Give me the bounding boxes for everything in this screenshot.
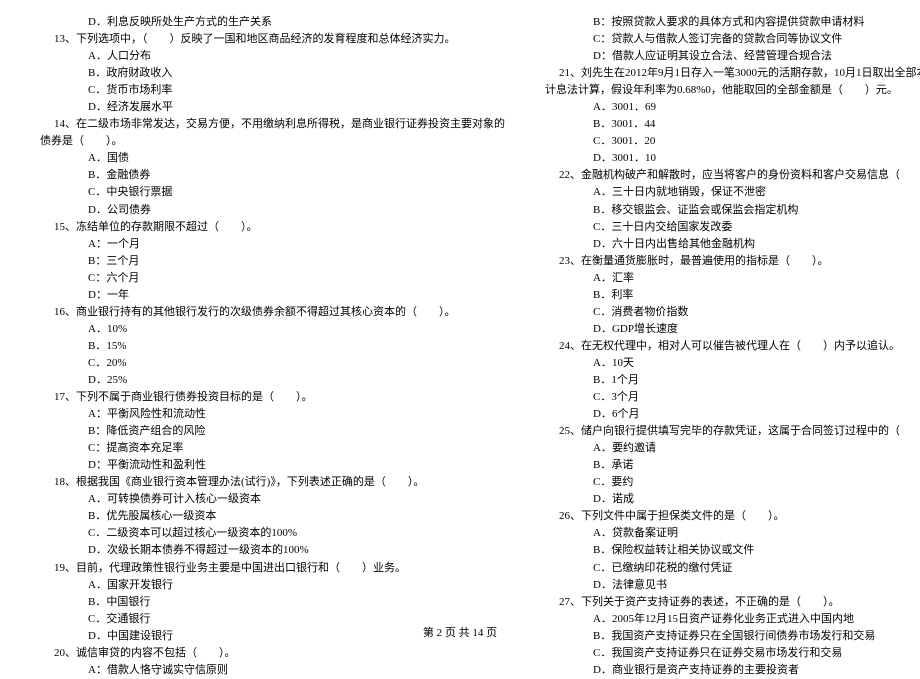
option-line: D．商业银行是资产支持证券的主要投资者 [545,662,920,679]
option-line: C．中央银行票据 [40,184,505,201]
option-line: A．可转换债券可计入核心一级资本 [40,491,505,508]
question-line: 27、下列关于资产支持证券的表述，不正确的是（ ）。 [545,594,920,611]
option-line: D．公司债券 [40,202,505,219]
question-line: 13、下列选项中，（ ）反映了一国和地区商品经济的发育程度和总体经济实力。 [40,31,505,48]
option-line: B．15% [40,338,505,355]
option-line: B．中国银行 [40,594,505,611]
option-line: C：六个月 [40,270,505,287]
option-line: B．金融债券 [40,167,505,184]
option-line: C．二级资本可以超过核心一级资本的100% [40,525,505,542]
option-line: D．25% [40,372,505,389]
question-line: 16、商业银行持有的其他银行发行的次级债券余额不得超过其核心资本的（ ）。 [40,304,505,321]
option-line: D．3001．10 [545,150,920,167]
question-line: 21、刘先生在2012年9月1日存入一笔3000元的活期存款，10月1日取出全部… [545,65,920,82]
option-line: D．次级长期本债券不得超过一级资本的100% [40,542,505,559]
option-line: C．3001．20 [545,133,920,150]
option-line: C：提高资本充足率 [40,440,505,457]
option-line: B．利率 [545,287,920,304]
option-line: A：借款人恪守诚实守信原则 [40,662,505,679]
right-column: B：按照贷款人要求的具体方式和内容提供贷款申请材料C：贷款人与借款人签订完备的贷… [545,14,920,614]
question-line: 23、在衡量通货膨胀时，最普遍使用的指标是（ ）。 [545,253,920,270]
option-line: B．保险权益转让相关协议或文件 [545,542,920,559]
option-line: A：平衡风险性和流动性 [40,406,505,423]
option-line: C．三十日内交给国家发改委 [545,219,920,236]
question-line: 26、下列文件中属于担保类文件的是（ ）。 [545,508,920,525]
option-line: A．3001．69 [545,99,920,116]
question-line: 14、在二级市场非常发达，交易方便，不用缴纳利息所得税，是商业银行证券投资主要对… [40,116,505,133]
option-line: A．要约邀请 [545,440,920,457]
option-line: B．政府财政收入 [40,65,505,82]
option-line: D：平衡流动性和盈利性 [40,457,505,474]
question-line: 18、根据我国《商业银行资本管理办法(试行)》，下列表述正确的是（ ）。 [40,474,505,491]
option-line: D．诺成 [545,491,920,508]
option-line: A．贷款备案证明 [545,525,920,542]
option-line: C．货币市场利率 [40,82,505,99]
question-line: 17、下列不属于商业银行债券投资目标的是（ ）。 [40,389,505,406]
left-column: D．利息反映所处生产方式的生产关系13、下列选项中，（ ）反映了一国和地区商品经… [40,14,505,614]
option-line: C．我国资产支持证券只在证券交易市场发行和交易 [545,645,920,662]
option-line: B．1个月 [545,372,920,389]
question-line: 22、金融机构破产和解散时，应当将客户的身份资料和客户交易信息（ ）。 [545,167,920,184]
option-line: D．经济发展水平 [40,99,505,116]
question-line: 19、目前，代理政策性银行业务主要是中国进出口银行和（ ）业务。 [40,560,505,577]
option-line: A．国债 [40,150,505,167]
question-line: 债券是（ ）。 [40,133,505,150]
question-line: 计息法计算，假设年利率为0.68%0，他能取回的全部金额是（ ）元。 [545,82,920,99]
option-line: A．汇率 [545,270,920,287]
option-line: A．10% [40,321,505,338]
option-line: B．承诺 [545,457,920,474]
document-page: D．利息反映所处生产方式的生产关系13、下列选项中，（ ）反映了一国和地区商品经… [0,0,920,650]
option-line: B：降低资产组合的风险 [40,423,505,440]
option-line: C．3个月 [545,389,920,406]
option-line: D：借款人应证明其设立合法、经营管理合规合法 [545,48,920,65]
option-line: C．消费者物价指数 [545,304,920,321]
option-line: D．六十日内出售给其他金融机构 [545,236,920,253]
question-line: 20、诚信审贷的内容不包括（ ）。 [40,645,505,662]
option-line: B：三个月 [40,253,505,270]
option-line: C．要约 [545,474,920,491]
option-line: D．法律意见书 [545,577,920,594]
option-line: B．优先股属核心一级资本 [40,508,505,525]
question-line: 15、冻结单位的存款期限不超过（ ）。 [40,219,505,236]
option-line: B．移交银监会、证监会或保监会指定机构 [545,202,920,219]
question-line: 25、储户向银行提供填写完毕的存款凭证，这属于合同签订过程中的（ ）。 [545,423,920,440]
option-line: A．国家开发银行 [40,577,505,594]
page-footer: 第 2 页 共 14 页 [0,624,920,640]
option-line: A．三十日内就地销毁，保证不泄密 [545,184,920,201]
option-line: A．10天 [545,355,920,372]
option-line: B．3001．44 [545,116,920,133]
option-line: D．利息反映所处生产方式的生产关系 [40,14,505,31]
option-line: D：一年 [40,287,505,304]
option-line: C：贷款人与借款人签订完备的贷款合同等协议文件 [545,31,920,48]
option-line: C．20% [40,355,505,372]
option-line: A：一个月 [40,236,505,253]
option-line: D．6个月 [545,406,920,423]
question-line: 24、在无权代理中，相对人可以催告被代理人在（ ）内予以追认。 [545,338,920,355]
option-line: A．人口分布 [40,48,505,65]
option-line: C．已缴纳印花税的缴付凭证 [545,560,920,577]
two-column-layout: D．利息反映所处生产方式的生产关系13、下列选项中，（ ）反映了一国和地区商品经… [40,14,880,614]
option-line: B：按照贷款人要求的具体方式和内容提供贷款申请材料 [545,14,920,31]
option-line: D．GDP增长速度 [545,321,920,338]
